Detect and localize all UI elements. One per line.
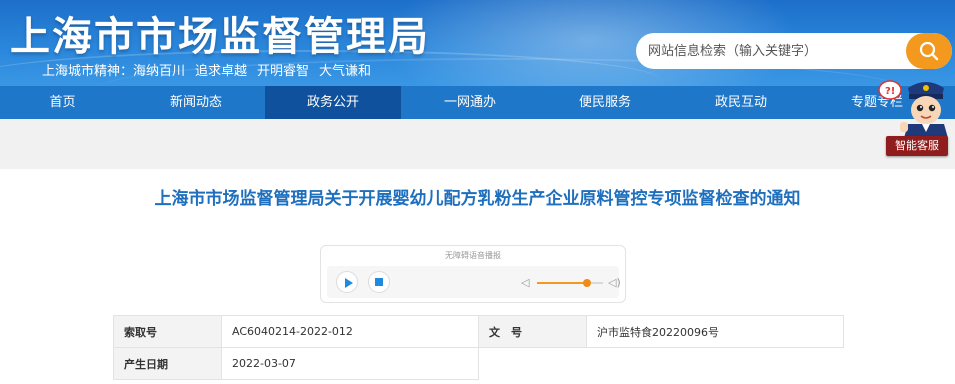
volume-knob[interactable]	[582, 279, 591, 287]
article-title: 上海市市场监督管理局关于开展婴幼儿配方乳粉生产企业原料管控专项监督检查的通知	[154, 189, 801, 209]
volume-down-icon[interactable]: ◁	[521, 276, 529, 289]
bubble-text: ?!	[885, 86, 895, 97]
site-title[interactable]: 上海市市场监督管理局	[10, 4, 430, 62]
empty-cell	[587, 348, 844, 380]
label-date: 产生日期	[113, 347, 222, 380]
nav-item-interaction[interactable]: 政民互动	[676, 86, 806, 119]
slogan-part: 追求卓越	[195, 64, 248, 79]
value-document-number: 沪市监特食20220096号	[586, 315, 844, 348]
nav-item-news[interactable]: 新闻动态	[133, 86, 259, 119]
audio-player: 无障碍语音播报 ◁ ◁)	[320, 245, 626, 303]
play-button[interactable]	[336, 271, 358, 293]
nav-item-one-network[interactable]: 一网通办	[405, 86, 535, 119]
nav-item-government-affairs[interactable]: 政务公开	[265, 86, 401, 119]
slogan-part: 上海城市精神：海纳百川	[42, 64, 186, 79]
main-nav: 首页 新闻动态 政务公开 一网通办 便民服务 政民互动 专题专栏	[0, 86, 955, 119]
search-box	[636, 33, 952, 69]
label-index-number: 索取号	[113, 315, 222, 348]
table-row: 产生日期 2022-03-07	[113, 347, 844, 380]
volume-up-icon[interactable]: ◁)	[608, 276, 621, 289]
label-document-number: 文 号	[478, 315, 587, 348]
player-hint: 无障碍语音播报	[445, 251, 501, 260]
stop-button[interactable]	[368, 271, 390, 293]
content-band	[0, 119, 955, 169]
volume-slider[interactable]	[537, 279, 603, 287]
search-button[interactable]	[906, 33, 952, 69]
nav-item-home[interactable]: 首页	[0, 86, 125, 119]
slogan-part: 大气谦和	[319, 64, 372, 79]
smart-service-label[interactable]: 智能客服	[886, 136, 948, 156]
table-row: 索取号 AC6040214-2022-012 文 号 沪市监特食20220096…	[113, 315, 844, 348]
document-meta-table: 索取号 AC6040214-2022-012 文 号 沪市监特食20220096…	[113, 315, 844, 380]
slogan-part: 开明睿智	[257, 64, 310, 79]
search-icon	[919, 41, 939, 61]
value-date: 2022-03-07	[221, 347, 479, 380]
empty-cell	[479, 348, 587, 380]
player-controls: ◁ ◁)	[327, 266, 621, 298]
search-input[interactable]	[648, 41, 898, 61]
nav-item-services[interactable]: 便民服务	[540, 86, 670, 119]
volume-fill	[537, 282, 587, 284]
value-index-number: AC6040214-2022-012	[221, 315, 479, 348]
site-header: 上海市市场监督管理局 上海城市精神：海纳百川 追求卓越 开明睿智 大气谦和	[0, 0, 955, 86]
city-slogan: 上海城市精神：海纳百川 追求卓越 开明睿智 大气谦和	[42, 60, 381, 79]
